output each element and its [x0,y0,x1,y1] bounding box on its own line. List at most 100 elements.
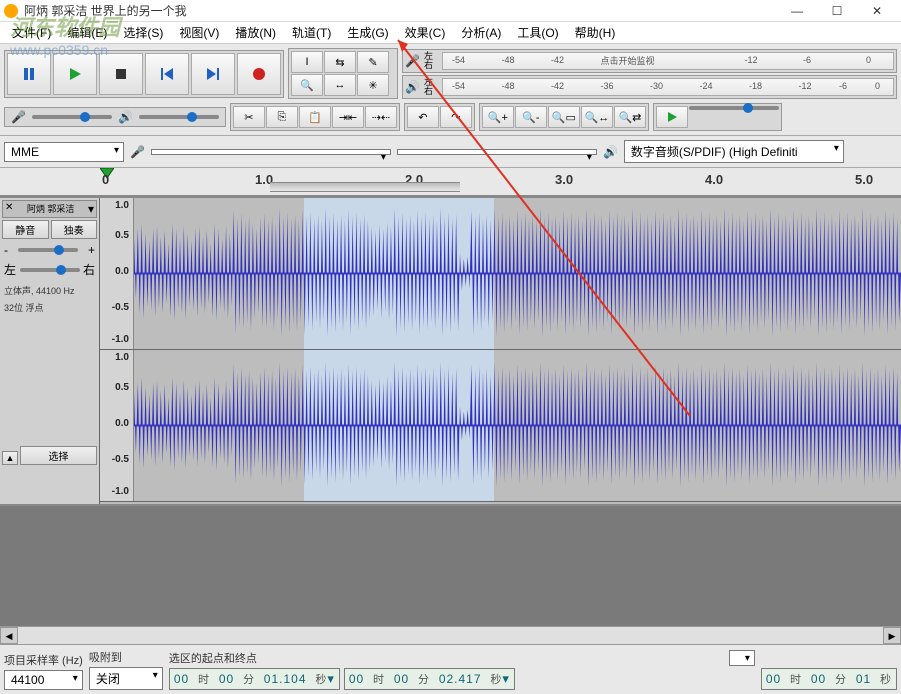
pause-button[interactable] [7,53,51,95]
redo-icon[interactable]: ↷ [440,106,472,128]
transport-controls [4,50,284,98]
copy-icon[interactable]: ⎘ [266,106,298,128]
device-bar: MME 🎤 🔊 数字音频(S/PDIF) (High Definiti [0,136,901,168]
cut-icon[interactable]: ✂ [233,106,265,128]
playback-meter[interactable]: 🔊 左 右 -54 -48 -42 -36 -30 -24 -18 -12 -6… [402,75,897,99]
app-icon [4,4,18,18]
zoom-in-icon[interactable]: 🔍+ [482,106,514,128]
zoom-buttons: 🔍+ 🔍- 🔍▭ 🔍↔ 🔍⇄ [479,103,649,131]
play-at-speed [653,103,782,131]
empty-track-area[interactable] [0,506,901,626]
selection-tool-icon[interactable]: I [291,51,323,73]
multi-tool-icon[interactable]: ✳ [357,74,389,96]
play-button[interactable] [53,53,97,95]
track-bitdepth-info: 32位 浮点 [2,299,97,316]
mic-icon: 🎤 [405,54,420,68]
record-button[interactable] [237,53,281,95]
menu-tools[interactable]: 工具(O) [509,22,566,43]
record-volume-slider[interactable] [32,115,112,119]
speaker-icon: 🔊 [405,80,420,94]
timeline-corner [0,168,100,196]
selection-bar: 项目采样率 (Hz) 44100 吸附到 关闭 选区的起点和终点 00 时 00… [0,644,901,694]
skip-start-button[interactable] [145,53,189,95]
meter-channels: 左 右 [424,52,438,70]
sample-rate-label: 项目采样率 (Hz) [4,652,83,668]
timeline-ruler[interactable]: 0 1.0 2.0 3.0 4.0 5.0 [100,168,901,196]
menu-select[interactable]: 选择(S) [115,22,171,43]
zoom-tool-icon[interactable]: 🔍 [291,74,323,96]
window-title: 阿炳 郭采洁 世界上的另一个我 [24,2,777,19]
host-select[interactable]: MME [4,142,124,162]
menu-generate[interactable]: 生成(G) [339,22,396,43]
speed-slider[interactable] [689,106,779,110]
snap-select[interactable]: 关闭 [89,667,163,690]
speaker-icon: 🔊 [603,145,618,159]
trim-icon[interactable]: ⇥⇤ [332,106,364,128]
track-control-panel: ✕ 阿炳 郭采洁 ▾ 静音 独奏 -+ 左 右 立体声, 44100 Hz 32… [0,198,100,504]
selection-end-time[interactable]: 00 时 00 分 02.417 秒▾ [344,668,515,690]
rec-device-select[interactable] [151,149,391,155]
selection-start-time[interactable]: 00 时 00 分 01.104 秒▾ [169,668,340,690]
speaker-icon: 🔊 [118,110,133,124]
silence-icon[interactable]: ⇢⇠ [365,106,397,128]
skip-end-button[interactable] [191,53,235,95]
envelope-tool-icon[interactable]: ⇆ [324,51,356,73]
mic-icon: 🎤 [130,145,145,159]
menubar: 文件(F) 编辑(E) 选择(S) 视图(V) 播放(N) 轨道(T) 生成(G… [0,22,901,44]
menu-file[interactable]: 文件(F) [4,22,59,43]
gain-slider[interactable] [18,248,78,252]
audio-position-time[interactable]: 00 时 00 分 01 秒 [761,668,897,690]
zoom-fit-icon[interactable]: 🔍↔ [581,106,613,128]
waveform-ch2 [134,350,901,501]
selection-indicator[interactable] [270,182,460,192]
meter-hint: 点击开始监视 [600,54,654,67]
pan-slider[interactable] [20,268,80,272]
rec-channels-select[interactable] [397,149,597,155]
undo-icon[interactable]: ↶ [407,106,439,128]
collapse-button[interactable]: ▲ [2,451,18,465]
stop-button[interactable] [99,53,143,95]
selection-label: 选区的起点和终点 [169,650,257,666]
undo-buttons: ↶ ↷ [404,103,475,131]
track: ✕ 阿炳 郭采洁 ▾ 静音 独奏 -+ 左 右 立体声, 44100 Hz 32… [0,196,901,506]
timeshift-tool-icon[interactable]: ↔ [324,74,356,96]
amplitude-scale: 1.0 0.5 0.0 -0.5 -1.0 [100,198,134,349]
record-meter[interactable]: 🎤 左 右 -54 -48 -42 点击开始监视 -12 -6 0 [402,49,897,73]
titlebar: 阿炳 郭采洁 世界上的另一个我 — ☐ ✕ [0,0,901,22]
play-speed-button[interactable] [656,106,688,128]
menu-tracks[interactable]: 轨道(T) [284,22,339,43]
play-device-select[interactable]: 数字音频(S/PDIF) (High Definiti [624,140,844,163]
maximize-button[interactable]: ☐ [817,1,857,21]
scroll-left-icon[interactable]: ◀ [0,627,18,644]
minimize-button[interactable]: — [777,1,817,21]
selection-mode-select[interactable] [729,650,755,666]
solo-button[interactable]: 独奏 [51,220,98,239]
menu-edit[interactable]: 编辑(E) [59,22,115,43]
waveform-ch1 [134,198,901,349]
draw-tool-icon[interactable]: ✎ [357,51,389,73]
zoom-out-icon[interactable]: 🔍- [515,106,547,128]
sample-rate-select[interactable]: 44100 [4,670,83,690]
amplitude-scale: 1.0 0.5 0.0 -0.5 -1.0 [100,350,134,501]
horizontal-scrollbar[interactable]: ◀ ▶ [0,626,901,644]
playback-volume-slider[interactable] [139,115,219,119]
menu-help[interactable]: 帮助(H) [567,22,624,43]
track-name-dropdown[interactable]: ✕ 阿炳 郭采洁 ▾ [2,200,97,218]
waveform-area[interactable]: 1.0 0.5 0.0 -0.5 -1.0 1. [100,198,901,504]
zoom-sel-icon[interactable]: 🔍▭ [548,106,580,128]
close-button[interactable]: ✕ [857,1,897,21]
snap-label: 吸附到 [89,649,163,665]
select-button[interactable]: 选择 [20,446,97,465]
menu-transport[interactable]: 播放(N) [227,22,284,43]
mute-button[interactable]: 静音 [2,220,49,239]
edit-buttons: ✂ ⎘ 📋 ⇥⇤ ⇢⇠ [230,103,400,131]
paste-icon[interactable]: 📋 [299,106,331,128]
menu-effect[interactable]: 效果(C) [397,22,454,43]
mixer-controls: 🎤 🔊 [4,107,226,127]
menu-view[interactable]: 视图(V) [171,22,227,43]
zoom-toggle-icon[interactable]: 🔍⇄ [614,106,646,128]
track-format-info: 立体声, 44100 Hz [2,282,97,299]
menu-analyze[interactable]: 分析(A) [453,22,509,43]
scroll-right-icon[interactable]: ▶ [883,627,901,644]
mic-icon: 🎤 [11,110,26,124]
